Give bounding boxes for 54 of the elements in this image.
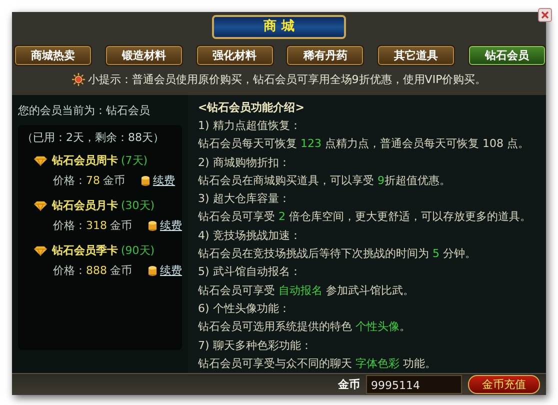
usage-text: （已用：2天，剩余：88天） [22,130,165,145]
card-duration: (90天) [121,243,155,258]
membership-status: 您的会员当前为：钻石会员 [18,103,151,118]
category-tab[interactable]: 强化材料 [196,45,274,66]
feature-description: 钻石会员可享受 2 倍仓库空间，更大更舒适，可以存放更多的道具。 [198,209,532,226]
renew-link[interactable]: 续费 [160,218,182,233]
price-unit: 金币 [110,218,132,233]
feature-description: 钻石会员在竞技场挑战后等待下次挑战的时间为 5 分钟。 [198,246,477,262]
price-label: 价格： [53,218,86,233]
category-tab[interactable]: 锻造材料 [104,45,183,66]
card-duration: (30天) [121,198,155,213]
tip-text: 小提示：普通会员使用原价购买，钻石会员可享用全场9折优惠，使用VIP价购买。 [88,72,486,87]
gem-icon [34,246,47,256]
card-name: 钻石会员季卡 [52,243,118,258]
balance-field: 9995114 [366,375,462,394]
category-tab[interactable]: 商城热卖 [14,45,92,66]
price-amount: 888 [86,264,107,277]
feature-title: 2) 商城购物折扣： [198,154,291,171]
price-label: 价格： [53,263,86,278]
renew-link[interactable]: 续费 [160,263,182,278]
coins-icon [148,220,157,232]
feature-description: 钻石会员可享受与众不同的聊天 字体色彩 功能。 [198,356,437,372]
card-duration: (7天) [121,153,148,168]
card-name: 钻石会员月卡 [52,198,118,213]
recharge-button[interactable]: 金币充值 [468,375,540,394]
feature-title: 3) 超大仓库容量： [198,191,291,208]
price-amount: 318 [86,219,107,232]
gem-icon [34,156,47,166]
sun-icon [72,73,85,86]
window-title: 商 城 [212,15,346,39]
category-tab[interactable]: 其它道具 [377,45,456,66]
coins-icon [141,174,150,186]
feature-description: 钻石会员在商城购买道具，可以享受 9折超值优惠。 [198,172,452,189]
feature-title: 5) 武斗馆自动报名： [198,264,302,280]
intro-heading: <钻石会员功能介绍> [198,100,306,116]
card-name: 钻石会员周卡 [52,153,118,168]
close-icon[interactable] [538,8,552,22]
currency-label: 金币 [338,377,360,392]
coins-icon [148,264,157,276]
feature-title: 1) 精力点超值恢复： [198,118,302,134]
gem-icon [34,200,47,210]
feature-description: 钻石会员每天可恢复 123 点精力点，普通会员每天可恢复 108 点。 [198,136,530,152]
feature-title: 4) 竞技场挑战加速： [198,228,302,244]
category-tab[interactable]: 稀有丹药 [286,45,364,66]
category-tab[interactable]: 钻石会员 [468,45,546,66]
price-amount: 78 [86,174,100,187]
feature-description: 钻石会员可选用系统提供的特色 个性头像。 [198,319,412,336]
feature-title: 7) 聊天多种色彩功能： [198,338,313,354]
feature-description: 钻石会员可享受 自动报名 参加武斗馆比武。 [198,282,415,299]
price-label: 价格： [53,173,86,188]
price-unit: 金币 [110,263,132,278]
renew-link[interactable]: 续费 [153,173,175,188]
feature-title: 6) 个性头像功能： [198,300,291,317]
price-unit: 金币 [103,173,125,188]
